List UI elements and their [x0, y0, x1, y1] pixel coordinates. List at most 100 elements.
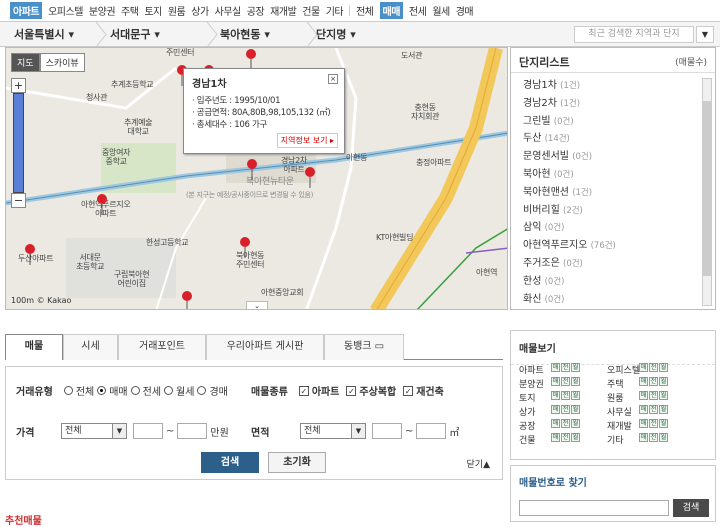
deal-all[interactable]: 전체 — [356, 3, 374, 18]
shortcut-jeonse[interactable]: 전 — [649, 363, 658, 372]
shortcut-monthly[interactable]: 월 — [571, 405, 580, 414]
type-factory[interactable]: 공장 — [247, 3, 265, 18]
shortcut-jeonse[interactable]: 전 — [561, 391, 570, 400]
search-button[interactable]: 검색 — [201, 452, 259, 473]
map-pin-icon[interactable] — [96, 193, 108, 215]
close-icon[interactable]: × — [328, 74, 338, 84]
shortcut-monthly[interactable]: 월 — [571, 363, 580, 372]
shortcut-sale[interactable]: 매 — [551, 405, 560, 414]
shortcut-sale[interactable]: 매 — [639, 363, 648, 372]
shortcut-sale[interactable]: 매 — [639, 419, 648, 428]
list-item[interactable]: 그린빌 (0건) — [523, 113, 703, 131]
shortcut-sale[interactable]: 매 — [551, 363, 560, 372]
map-pin-icon[interactable] — [181, 290, 193, 310]
shortcut-jeonse[interactable]: 전 — [561, 405, 570, 414]
list-scrollbar[interactable] — [702, 78, 712, 306]
tab-price[interactable]: 시세 — [63, 334, 118, 360]
deal-jeonse[interactable]: 전세 — [409, 3, 427, 18]
shortcut-sale[interactable]: 매 — [639, 391, 648, 400]
map-type-skyview[interactable]: 스카이뷰 — [39, 53, 85, 72]
number-search-button[interactable]: 검색 — [673, 499, 709, 517]
complex-dropdown[interactable]: 단지명 ▾ — [316, 22, 396, 47]
zoom-out-button[interactable]: − — [11, 193, 26, 208]
checkbox-mixed[interactable]: ✓ — [346, 385, 357, 396]
type-officetel[interactable]: 오피스텔 — [48, 3, 83, 18]
dong-dropdown[interactable]: 북아현동 ▾ — [220, 22, 318, 47]
shortcut-jeonse[interactable]: 전 — [649, 391, 658, 400]
map-pin-icon[interactable] — [239, 236, 251, 258]
collapse-button[interactable]: 닫기▲ — [467, 457, 490, 470]
shortcut-monthly[interactable]: 월 — [571, 433, 580, 442]
list-item[interactable]: 한성 (0건) — [523, 273, 703, 291]
shortcut-jeonse[interactable]: 전 — [561, 419, 570, 428]
list-item[interactable]: 아현역푸르지오 (76건) — [523, 237, 703, 255]
type-land[interactable]: 토지 — [144, 3, 162, 18]
shortcut-monthly[interactable]: 월 — [571, 419, 580, 428]
checkbox-apartment[interactable]: ✓ — [298, 385, 309, 396]
shortcut-monthly[interactable]: 월 — [571, 391, 580, 400]
recent-dropdown-button[interactable]: ▼ — [696, 26, 714, 43]
map-pin-icon[interactable] — [24, 243, 36, 265]
shortcut-sale[interactable]: 매 — [551, 391, 560, 400]
type-oneroom[interactable]: 원룸 — [168, 3, 186, 18]
type-building[interactable]: 건물 — [302, 3, 320, 18]
chevron-down-icon[interactable]: ⌄ — [246, 301, 268, 309]
area-min-input[interactable] — [372, 423, 402, 439]
shortcut-monthly[interactable]: 월 — [659, 419, 668, 428]
type-etc[interactable]: 기타 — [326, 3, 344, 18]
price-select[interactable]: 전체 ▼ — [61, 423, 127, 439]
deal-sale[interactable]: 매매 — [379, 2, 403, 19]
map-pin-icon[interactable] — [304, 166, 316, 188]
shortcut-sale[interactable]: 매 — [639, 405, 648, 414]
listing-number-input[interactable] — [519, 500, 669, 516]
map-pin-icon[interactable] — [245, 48, 257, 70]
checkbox-rebuild[interactable]: ✓ — [403, 385, 414, 396]
recent-search-box[interactable]: 최근 검색한 지역과 단지 — [574, 26, 694, 43]
deal-auction[interactable]: 경매 — [456, 3, 474, 18]
list-item[interactable]: 경남1차 (1건) — [523, 77, 703, 95]
radio-sale[interactable] — [97, 386, 107, 395]
radio-all[interactable] — [63, 386, 73, 395]
shortcut-jeonse[interactable]: 전 — [561, 433, 570, 442]
shortcut-monthly[interactable]: 월 — [659, 377, 668, 386]
type-presale[interactable]: 분양권 — [89, 3, 116, 18]
price-max-input[interactable] — [177, 423, 208, 439]
shortcut-sale[interactable]: 매 — [639, 377, 648, 386]
list-item[interactable]: 두산 (14건) — [523, 130, 703, 148]
type-office[interactable]: 사무실 — [215, 3, 242, 18]
shortcut-jeonse[interactable]: 전 — [649, 405, 658, 414]
list-item[interactable]: 북아현맨션 (1건) — [523, 184, 703, 202]
shortcut-jeonse[interactable]: 전 — [561, 363, 570, 372]
shortcut-sale[interactable]: 매 — [551, 377, 560, 386]
tab-listings[interactable]: 매물 — [5, 334, 63, 360]
shortcut-sale[interactable]: 매 — [551, 419, 560, 428]
shortcut-sale[interactable]: 매 — [639, 433, 648, 442]
shortcut-monthly[interactable]: 월 — [659, 363, 668, 372]
list-item[interactable]: 북아현 (0건) — [523, 166, 703, 184]
list-item[interactable]: 비버리힐 (2건) — [523, 202, 703, 220]
shortcut-monthly[interactable]: 월 — [659, 405, 668, 414]
area-info-button[interactable]: 지역정보 보기 ▸ — [276, 133, 338, 148]
reset-button[interactable]: 초기화 — [268, 452, 326, 473]
list-item[interactable]: 경남2차 (1건) — [523, 95, 703, 113]
shortcut-monthly[interactable]: 월 — [571, 377, 580, 386]
radio-auction[interactable] — [197, 386, 207, 395]
shortcut-jeonse[interactable]: 전 — [649, 419, 658, 428]
tab-board[interactable]: 우리아파트 게시판 — [206, 334, 324, 360]
tab-deal-point[interactable]: 거래포인트 — [118, 334, 206, 360]
radio-monthly[interactable] — [164, 386, 174, 395]
shortcut-jeonse[interactable]: 전 — [649, 433, 658, 442]
area-select[interactable]: 전체 ▼ — [300, 423, 366, 439]
price-min-input[interactable] — [133, 423, 163, 439]
tab-dongbank[interactable]: 동뱅크 ▭ — [324, 334, 404, 360]
type-store[interactable]: 상가 — [191, 3, 209, 18]
shortcut-jeonse[interactable]: 전 — [649, 377, 658, 386]
shortcut-monthly[interactable]: 월 — [659, 433, 668, 442]
area-max-input[interactable] — [416, 423, 447, 439]
map-view[interactable]: 지도 스카이뷰 + − 주민센터 청사관 추계초등학교 추계예술 대학교 중앙여… — [5, 47, 508, 310]
deal-monthly[interactable]: 월세 — [432, 3, 450, 18]
shortcut-monthly[interactable]: 월 — [659, 391, 668, 400]
zoom-in-button[interactable]: + — [11, 78, 26, 93]
type-redevelop[interactable]: 재개발 — [270, 3, 297, 18]
zoom-slider[interactable] — [13, 93, 24, 193]
